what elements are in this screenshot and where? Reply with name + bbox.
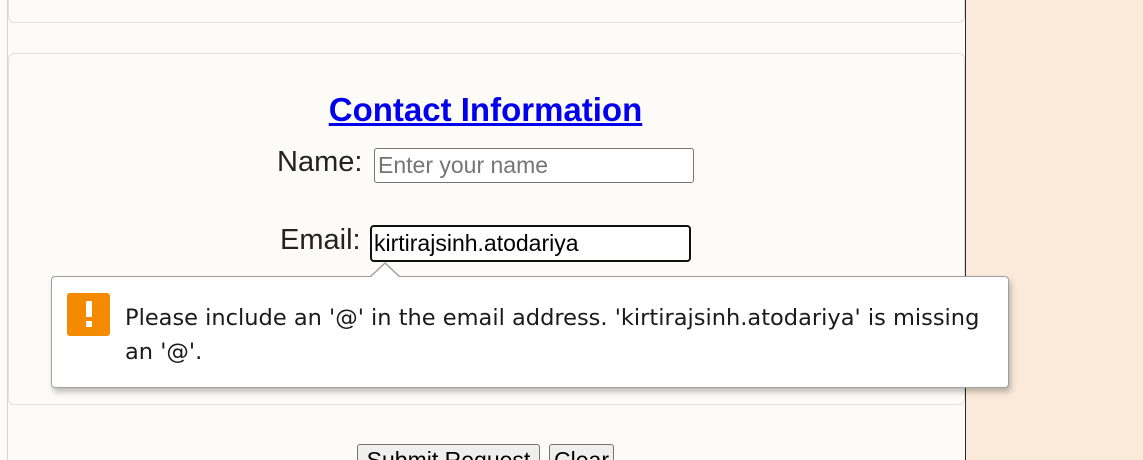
contact-information-heading-link[interactable]: Contact Information xyxy=(0,91,971,129)
name-label: Name: xyxy=(277,146,363,178)
submit-request-button[interactable]: Submit Request xyxy=(357,444,540,460)
name-input[interactable] xyxy=(374,148,694,183)
validation-message: Please include an '@' in the email addre… xyxy=(125,305,980,365)
previous-section-card xyxy=(8,0,965,23)
email-label: Email: xyxy=(280,224,361,256)
clear-button[interactable]: Clear xyxy=(549,444,614,460)
warning-icon xyxy=(67,293,110,336)
email-input[interactable] xyxy=(370,225,691,262)
tooltip-arrow-fill xyxy=(370,264,400,278)
